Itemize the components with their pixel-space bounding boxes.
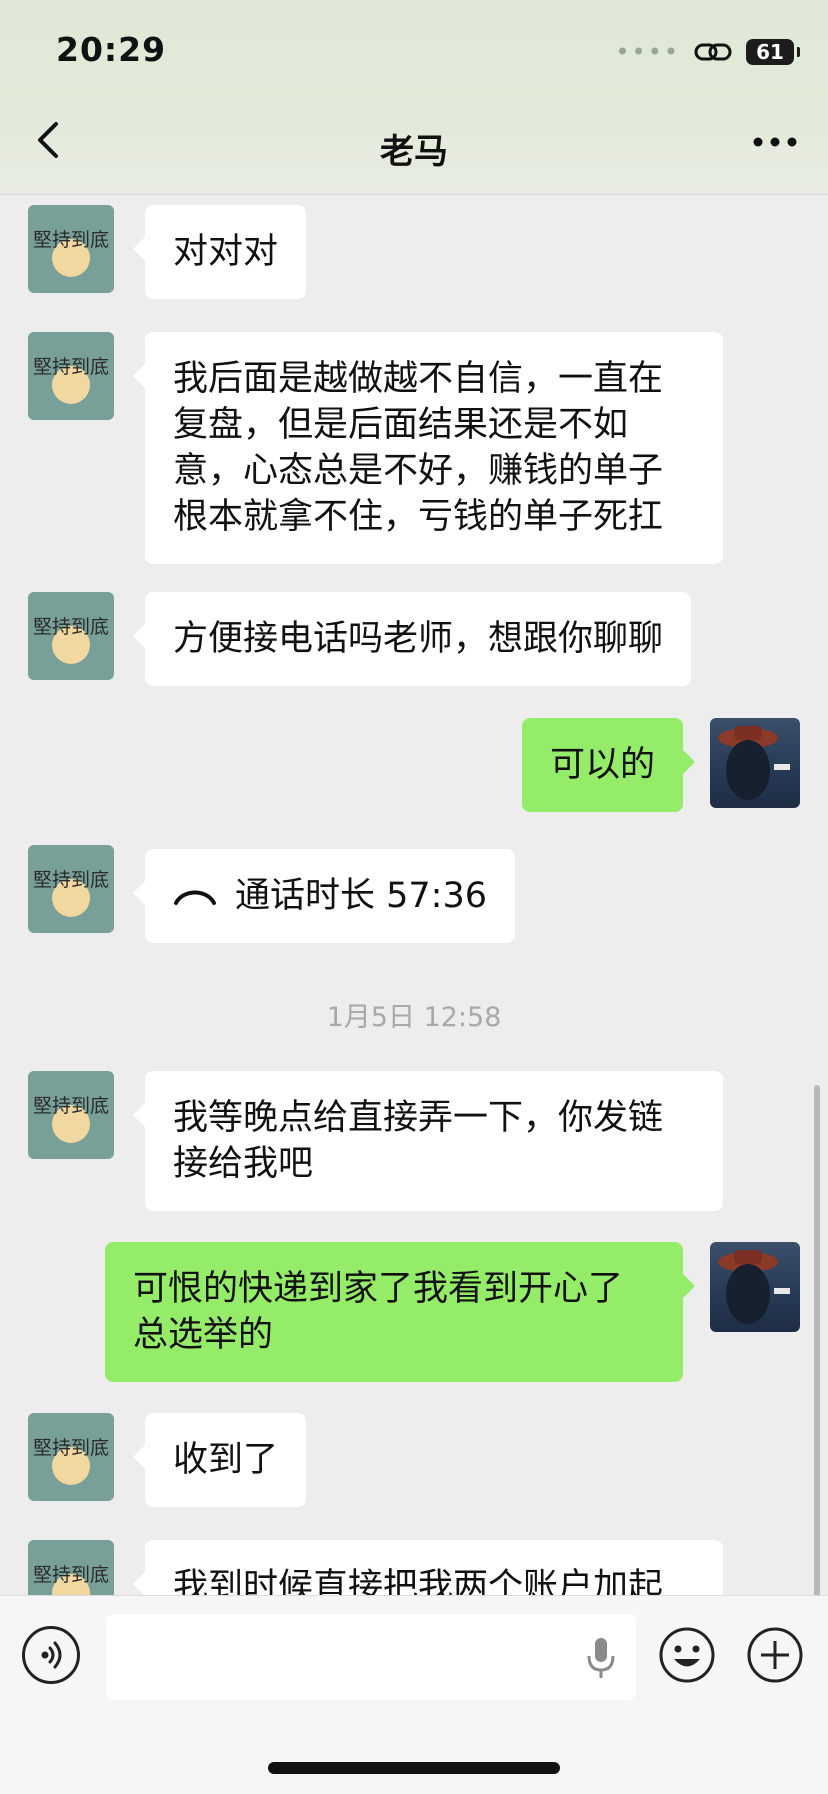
call-duration: 通话时长 57:36 (235, 876, 487, 916)
battery-indicator: 61 (746, 39, 800, 65)
message-input[interactable] (106, 1614, 636, 1700)
received-bubble[interactable]: 我等晚点给直接弄一下，你发链接给我吧 (133, 1071, 723, 1211)
signal-icon: •••• (615, 38, 680, 66)
sent-bubble[interactable]: 可以的 (521, 718, 696, 812)
call-record-bubble[interactable]: 通话时长 57:36 (133, 849, 515, 943)
contact-avatar[interactable]: 堅持到底 (28, 1071, 114, 1159)
input-bar (0, 1595, 828, 1794)
navigation-header: 20:29 •••• 61 老马 (0, 0, 828, 195)
user-avatar-image (718, 1250, 790, 1324)
status-icons: •••• 61 (615, 38, 800, 66)
received-bubble[interactable]: 对对对 (132, 205, 307, 299)
voice-input-button[interactable] (22, 1626, 80, 1684)
add-icon[interactable] (746, 1626, 804, 1684)
contact-avatar[interactable]: 堅持到底 (28, 332, 114, 420)
contact-avatar[interactable]: 堅持到底 (28, 592, 114, 680)
user-avatar[interactable] (710, 1242, 800, 1332)
microphone-icon[interactable] (586, 1636, 616, 1680)
received-bubble[interactable]: 我到时候直接把我两个账户加起 (133, 1540, 723, 1595)
contact-avatar[interactable]: 堅持到底 (28, 845, 114, 933)
emoji-icon[interactable] (658, 1626, 716, 1684)
scrollbar[interactable] (814, 1085, 820, 1595)
message-list[interactable]: 堅持到底 对对对 堅持到底 我后面是越做越不自信，一直在复盘，但是后面结果还是不… (0, 195, 828, 1595)
phone-icon (174, 890, 216, 905)
more-options-icon[interactable] (750, 128, 800, 156)
contact-avatar[interactable]: 堅持到底 (28, 1413, 114, 1501)
link-icon (694, 43, 732, 61)
received-bubble[interactable]: 我后面是越做越不自信，一直在复盘，但是后面结果还是不如意，心态总是不好，赚钱的单… (133, 332, 723, 564)
user-avatar[interactable] (710, 718, 800, 808)
contact-avatar[interactable]: 堅持到底 (28, 1540, 114, 1595)
received-bubble[interactable]: 方便接电话吗老师，想跟你聊聊 (132, 592, 692, 686)
sent-bubble[interactable]: 可恨的快递到家了我看到开心了总选举的 (105, 1242, 695, 1382)
timestamp: 1月5日 12:58 (326, 1002, 502, 1033)
contact-avatar[interactable]: 堅持到底 (28, 205, 114, 293)
status-time: 20:29 (56, 30, 167, 69)
home-indicator[interactable] (268, 1762, 560, 1774)
user-avatar-image (718, 726, 790, 800)
voice-icon (41, 1641, 62, 1669)
received-bubble[interactable]: 收到了 (132, 1413, 307, 1507)
chat-title: 老马 (380, 132, 448, 172)
